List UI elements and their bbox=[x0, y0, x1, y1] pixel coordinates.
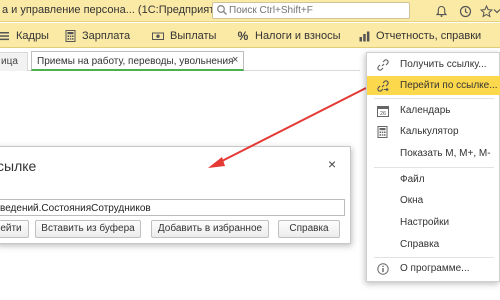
menu-item-label: Файл bbox=[400, 174, 425, 185]
search-input[interactable] bbox=[229, 4, 407, 17]
menu-item-label: Калькулятор bbox=[400, 126, 459, 137]
title-bar: а и управление персона... (1С:Предприяти… bbox=[0, 0, 500, 22]
menu-item-windows[interactable]: Окна bbox=[367, 191, 500, 210]
section-label: Выплаты bbox=[170, 30, 217, 42]
sections-panel: Кадры Зарплата Выплаты % Налоги и взносы… bbox=[0, 23, 500, 48]
menu-item-calendar[interactable]: 26 Календарь bbox=[367, 101, 500, 120]
go-to-link-dialog: сылке × ейти Вставить из буфера Добавить… bbox=[0, 146, 351, 244]
tab-bar: ица Приемы на работу, переводы, увольнен… bbox=[0, 49, 360, 71]
tab-label: Приемы на работу, переводы, увольнения bbox=[37, 56, 234, 67]
search-box[interactable] bbox=[212, 2, 410, 19]
menu-item-about[interactable]: О программе... bbox=[367, 259, 500, 278]
section-staff[interactable]: Кадры bbox=[0, 29, 49, 43]
svg-text:26: 26 bbox=[379, 111, 385, 117]
menu-item-show-memory[interactable]: Показать М, М+, М- bbox=[367, 144, 500, 163]
tab-start-page[interactable]: ица bbox=[0, 52, 28, 71]
menu-item-get-link[interactable]: Получить ссылку... bbox=[367, 55, 500, 74]
menu-separator bbox=[374, 98, 494, 99]
section-label: Налоги и взносы bbox=[255, 30, 341, 42]
chart-icon bbox=[357, 29, 371, 43]
menu-item-label: Получить ссылку... bbox=[400, 59, 487, 70]
section-payments[interactable]: Выплаты bbox=[151, 29, 216, 43]
main-menu: Получить ссылку... Перейти по ссылке... … bbox=[366, 52, 500, 282]
bell-icon[interactable] bbox=[433, 3, 449, 19]
calculator-icon bbox=[63, 29, 77, 43]
menu-lines-icon bbox=[0, 29, 11, 43]
info-icon bbox=[376, 262, 389, 275]
menu-item-label: Настройки bbox=[400, 217, 450, 228]
dialog-title: сылке bbox=[0, 158, 37, 174]
tab-hires-transfers[interactable]: Приемы на работу, переводы, увольнения × bbox=[31, 51, 244, 71]
section-label: Зарплата bbox=[82, 30, 131, 42]
section-taxes[interactable]: % Налоги и взносы bbox=[236, 29, 341, 43]
menu-item-label: Окна bbox=[400, 195, 424, 206]
close-icon[interactable]: × bbox=[232, 54, 238, 66]
link-go-icon bbox=[376, 79, 389, 92]
section-label: Кадры bbox=[16, 30, 49, 42]
link-icon bbox=[376, 58, 389, 71]
history-icon[interactable] bbox=[457, 3, 473, 19]
percent-icon: % bbox=[237, 29, 249, 43]
calendar-icon: 26 bbox=[376, 104, 389, 117]
star-icon[interactable] bbox=[478, 3, 494, 19]
menu-item-label: Справка bbox=[400, 239, 440, 250]
calculator-icon bbox=[376, 125, 389, 138]
section-label: Отчетность, справки bbox=[376, 30, 482, 42]
money-icon bbox=[151, 29, 165, 43]
go-button[interactable]: ейти bbox=[0, 220, 29, 238]
menu-item-settings[interactable]: Настройки bbox=[367, 213, 500, 232]
menu-item-go-to-link[interactable]: Перейти по ссылке... bbox=[367, 76, 500, 95]
link-input[interactable] bbox=[0, 199, 345, 216]
menu-item-label: О программе... bbox=[400, 263, 470, 274]
help-button[interactable]: Справка bbox=[278, 220, 340, 238]
section-reports[interactable]: Отчетность, справки bbox=[357, 29, 481, 43]
chevron-down-icon[interactable] bbox=[493, 3, 500, 19]
window-title: а и управление персона... (1С:Предприяти… bbox=[2, 4, 231, 16]
menu-item-calculator[interactable]: Калькулятор bbox=[367, 122, 500, 141]
menu-item-label: Показать М, М+, М- bbox=[400, 148, 491, 159]
menu-item-file[interactable]: Файл bbox=[367, 170, 500, 189]
menu-item-help[interactable]: Справка bbox=[367, 235, 500, 254]
menu-item-label: Календарь bbox=[400, 105, 451, 116]
menu-separator bbox=[374, 257, 494, 258]
section-salary[interactable]: Зарплата bbox=[63, 29, 130, 43]
close-icon[interactable]: × bbox=[328, 156, 336, 172]
menu-separator bbox=[374, 167, 494, 168]
search-icon bbox=[217, 5, 227, 15]
menu-item-label: Перейти по ссылке... bbox=[400, 80, 498, 91]
paste-from-clipboard-button[interactable]: Вставить из буфера bbox=[35, 220, 141, 238]
add-to-favorites-button[interactable]: Добавить в избранное bbox=[151, 220, 269, 238]
